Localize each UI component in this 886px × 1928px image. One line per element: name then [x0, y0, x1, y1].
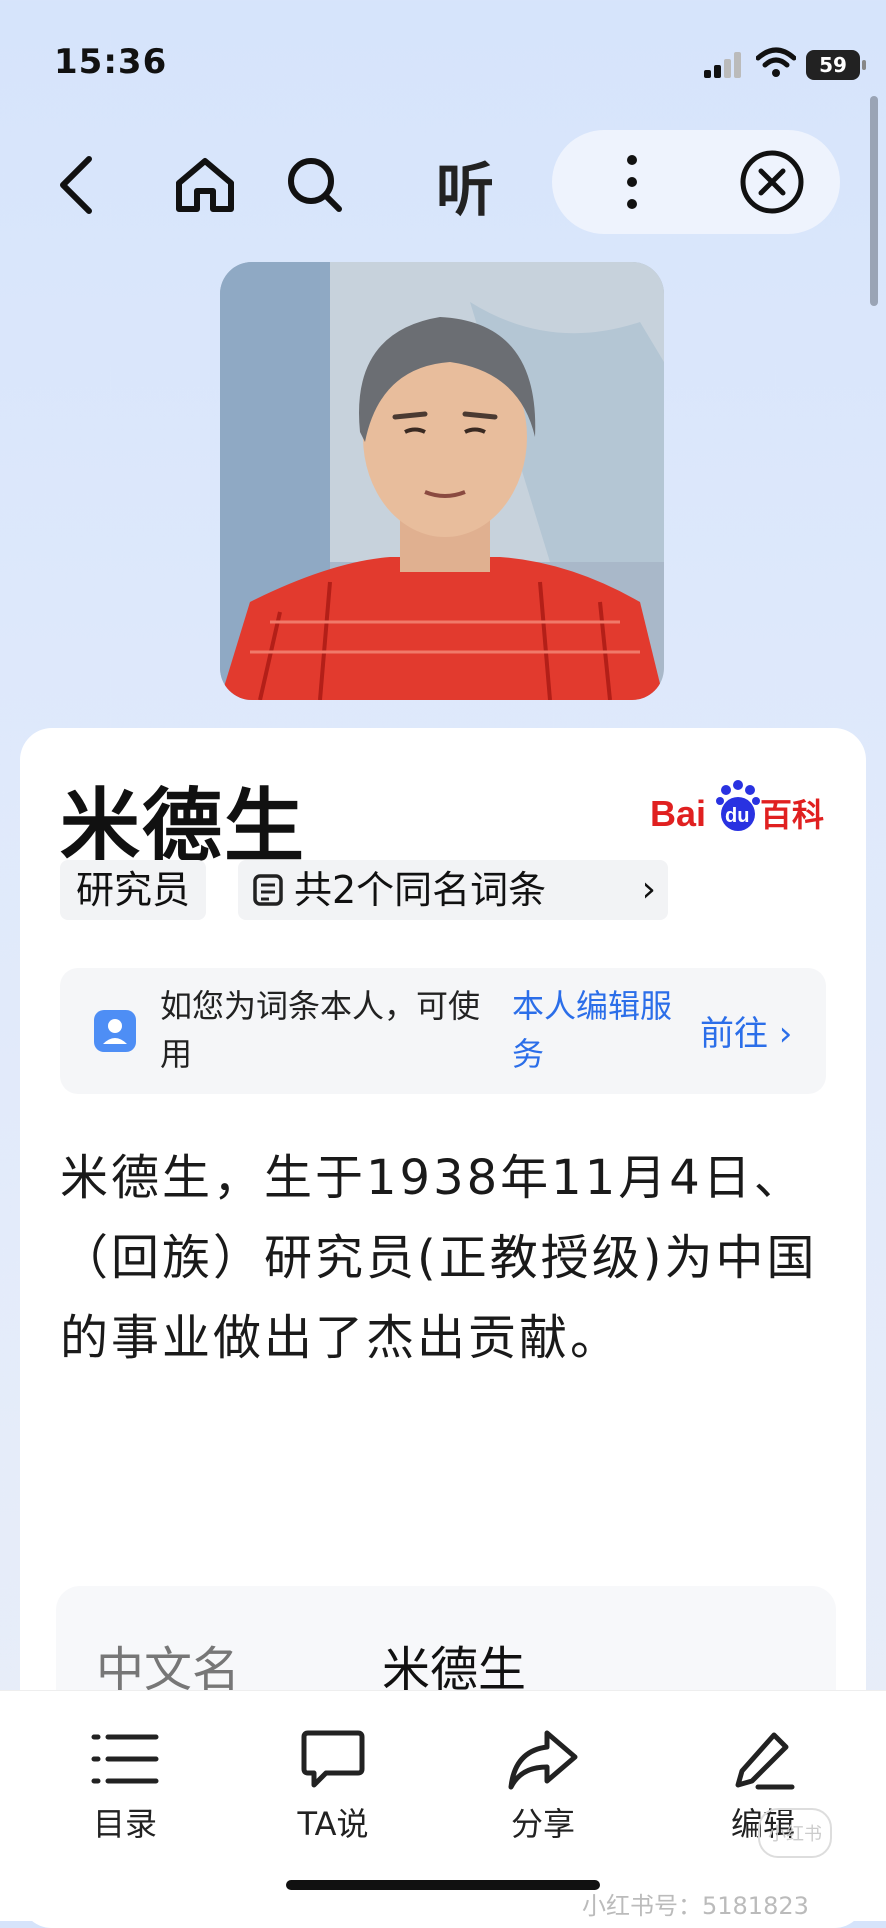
more-vertical-icon [627, 155, 637, 209]
back-button[interactable] [30, 130, 120, 240]
person-icon [94, 1010, 136, 1052]
close-button[interactable] [722, 130, 822, 234]
battery-icon: 59 [806, 50, 866, 80]
document-icon [253, 874, 283, 906]
chevron-right-icon: › [641, 869, 656, 910]
signal-icon [704, 52, 744, 78]
wifi-icon [756, 47, 796, 77]
close-circle-icon [740, 150, 804, 214]
status-time: 15:36 [54, 42, 168, 82]
mini-program-capsule [552, 130, 840, 234]
entry-summary: 米德生，生于1938年11月4日、（回族）研究员(正教授级)为中国的事业做出了杰… [60, 1150, 818, 1366]
notice-text: 如您为词条本人，可使用 [160, 987, 481, 1073]
same-name-entries-button[interactable]: 共2个同名词条 › [238, 860, 668, 920]
watermark-text: 小红书号：5181823 [582, 1892, 809, 1920]
chat-bubble-icon [301, 1730, 365, 1788]
chevron-left-icon [60, 156, 92, 214]
share-arrow-icon [508, 1730, 578, 1790]
search-button[interactable] [270, 130, 360, 240]
go-link[interactable]: 前往 › [700, 1006, 792, 1055]
pencil-icon [735, 1732, 795, 1790]
self-edit-service-link[interactable]: 本人编辑服务 [512, 982, 692, 1078]
logo-baike: 百科 [760, 796, 824, 834]
same-name-label: 共2个同名词条 [294, 868, 547, 912]
status-bar: 15:36 59 [0, 0, 886, 110]
tab-share[interactable]: 分享 [458, 1711, 628, 1851]
listen-button[interactable]: 听 [420, 130, 510, 240]
tab-talk[interactable]: TA说 [248, 1711, 418, 1851]
home-button[interactable] [160, 130, 250, 240]
search-icon [288, 158, 342, 212]
list-icon [91, 1734, 159, 1784]
role-tag: 研究员 [60, 860, 207, 920]
watermark-logo: 小红书 [758, 1808, 832, 1858]
tab-share-label: 分享 [510, 1805, 575, 1843]
tab-toc[interactable]: 目录 [40, 1711, 210, 1851]
tab-talk-label: TA说 [297, 1805, 369, 1843]
more-button[interactable] [592, 130, 672, 234]
home-icon [176, 158, 234, 212]
logo-bai: Bai [650, 793, 706, 834]
self-edit-notice: 如您为词条本人，可使用 本人编辑服务 前往 › [60, 968, 826, 1094]
tab-toc-label: 目录 [92, 1805, 157, 1843]
scrollbar[interactable] [870, 96, 878, 306]
baidu-baike-logo[interactable]: Bai du 百科 [650, 776, 850, 842]
portrait-photo [220, 262, 664, 700]
logo-du: du [725, 805, 749, 827]
home-indicator[interactable] [286, 1880, 600, 1890]
nav-bar: 听 [0, 130, 886, 240]
